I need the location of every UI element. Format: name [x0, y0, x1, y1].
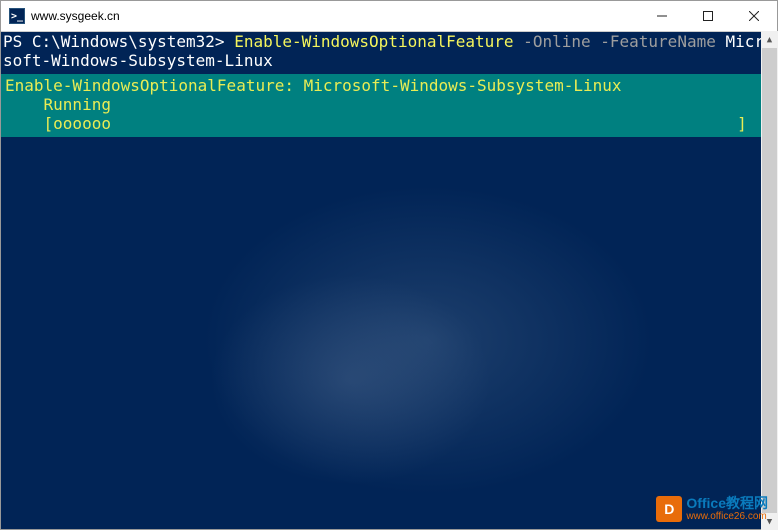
window-title: www.sysgeek.cn [25, 9, 639, 23]
watermark-text-2: www.office26.com [686, 511, 768, 522]
command-line: PS C:\Windows\system32> Enable-WindowsOp… [1, 32, 777, 70]
terminal-area[interactable]: PS C:\Windows\system32> Enable-WindowsOp… [1, 32, 777, 529]
progress-header: Enable-WindowsOptionalFeature: Microsoft… [5, 76, 777, 95]
powershell-window: >_ www.sysgeek.cn PS C:\Windows\system32… [0, 0, 778, 530]
minimize-icon [657, 11, 667, 21]
close-icon [749, 11, 759, 21]
param-featurename: -FeatureName [600, 32, 725, 51]
scroll-up-button[interactable]: ▲ [761, 31, 778, 48]
progress-bar: [oooooo ] [5, 114, 777, 133]
watermark: D Office教程网 www.office26.com [656, 496, 768, 522]
maximize-icon [703, 11, 713, 21]
titlebar[interactable]: >_ www.sysgeek.cn [1, 1, 777, 32]
powershell-icon: >_ [9, 8, 25, 24]
watermark-logo: D [656, 496, 682, 522]
progress-block: Enable-WindowsOptionalFeature: Microsoft… [1, 74, 777, 137]
param-online: -Online [514, 32, 601, 51]
minimize-button[interactable] [639, 1, 685, 31]
watermark-text-1: Office教程网 [686, 496, 768, 511]
prompt: PS C:\Windows\system32> [3, 32, 234, 51]
cmdlet: Enable-WindowsOptionalFeature [234, 32, 513, 51]
vertical-scrollbar[interactable]: ▲ ▼ [761, 31, 778, 530]
window-controls [639, 1, 777, 31]
scroll-track[interactable] [761, 48, 778, 513]
close-button[interactable] [731, 1, 777, 31]
maximize-button[interactable] [685, 1, 731, 31]
scroll-thumb[interactable] [762, 48, 777, 513]
progress-status: Running [5, 95, 777, 114]
